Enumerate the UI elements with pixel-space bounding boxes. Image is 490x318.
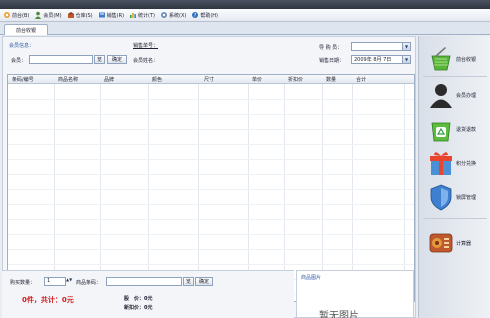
barcode-label: 商品条码： <box>76 280 102 286</box>
member-browse-button[interactable]: 览 <box>94 55 105 64</box>
help-icon: ? <box>192 12 199 19</box>
menu-item-warehouse[interactable]: 仓库(S) <box>67 11 93 19</box>
recycle-basket-icon <box>431 122 451 142</box>
calculator-radio-icon <box>429 233 453 253</box>
menu-item-system[interactable]: 系统(X) <box>160 11 186 19</box>
sidebar-item-returns[interactable]: 退货退款 <box>419 112 490 146</box>
product-image-title: 商品图片 <box>301 275 322 281</box>
member-confirm-button[interactable]: 确定 <box>107 55 127 64</box>
tab-cashier[interactable]: 前台收银 <box>4 24 48 35</box>
row-divider <box>8 144 414 145</box>
sidebar-item-member[interactable]: 会员办理 <box>419 78 490 112</box>
row-divider <box>8 189 414 190</box>
row-divider <box>8 249 414 250</box>
column-header[interactable]: 合计 <box>356 76 366 83</box>
shield-icon <box>430 184 452 211</box>
member-field[interactable] <box>29 55 93 64</box>
column-header[interactable]: 颜色 <box>152 76 162 83</box>
gift-box-icon <box>430 152 452 175</box>
menu-item-stats[interactable]: 统计(T) <box>129 11 155 19</box>
sales-items-table[interactable]: 条码/编号 商品名称 品牌 颜色 尺寸 单价 折扣价 数量 合计 <box>7 74 415 302</box>
quick-actions-sidebar: 前台收银 会员办理 退货退款 积分兑换 锁屏管理 计算器 <box>418 36 490 318</box>
shopping-basket-icon <box>431 47 451 71</box>
window-titlebar <box>0 0 490 9</box>
qty-stepper[interactable]: 1 <box>44 277 66 286</box>
warehouse-icon <box>67 12 75 18</box>
shopping-guide-select[interactable]: ▼ <box>351 42 411 51</box>
stats-icon <box>130 13 136 18</box>
member-silhouette-icon <box>430 84 452 108</box>
chevron-down-icon[interactable]: ▼ <box>402 56 410 63</box>
row-divider <box>8 264 414 265</box>
sidebar-item-points[interactable]: 积分兑换 <box>419 146 490 180</box>
column-header[interactable]: 数量 <box>326 76 336 83</box>
shopping-guide-label: 导 购 员： <box>319 45 343 51</box>
menu-item-sales[interactable]: 销售(R) <box>98 11 124 19</box>
member-name-label: 会员姓名： <box>133 58 159 64</box>
table-header: 条码/编号 商品名称 品牌 颜色 尺寸 单价 折扣价 数量 合计 <box>8 75 414 84</box>
menu-item-cashier[interactable]: 前台(B) <box>3 11 29 19</box>
barcode-confirm-button[interactable]: 确定 <box>195 277 213 286</box>
barcode-browse-button[interactable]: 览 <box>183 277 194 286</box>
row-divider <box>8 114 414 115</box>
menu-item-member[interactable]: 会员(M) <box>34 11 62 19</box>
row-divider <box>8 174 414 175</box>
stepper-arrows-icon[interactable]: ▲▼ <box>66 277 72 282</box>
row-divider <box>8 204 414 205</box>
product-image-panel: 商品图片 暂无图片 <box>296 270 414 318</box>
sidebar-separator <box>423 76 487 77</box>
menu-bar: 前台(B) 会员(M) 仓库(S) 销售(R) 统计(T) 系统(X) ? 帮助… <box>0 9 490 22</box>
column-header[interactable]: 折扣价 <box>288 76 303 83</box>
column-header[interactable]: 商品名称 <box>58 76 78 83</box>
sales-date-label: 销售日期： <box>319 58 345 64</box>
row-divider <box>8 219 414 220</box>
sidebar-separator <box>423 218 487 219</box>
column-header[interactable]: 条码/编号 <box>12 76 34 83</box>
discount-price: 新扣价：0元 <box>124 305 153 311</box>
sidebar-item-calculator[interactable]: 计算器 <box>419 226 490 260</box>
menu-item-help[interactable]: ? 帮助(H) <box>191 11 218 19</box>
sales-icon <box>98 12 105 18</box>
column-header[interactable]: 尺寸 <box>204 76 214 83</box>
stock-price: 股 价：0元 <box>124 296 153 302</box>
row-divider <box>8 234 414 235</box>
column-header[interactable]: 品牌 <box>104 76 114 83</box>
member-info-label: 会员信息： <box>9 43 35 49</box>
sidebar-item-cashier[interactable]: 前台收银 <box>419 42 490 76</box>
sidebar-item-lock[interactable]: 锁屏管理 <box>419 180 490 214</box>
row-divider <box>8 99 414 100</box>
qty-label: 购买数量： <box>10 280 36 286</box>
sales-date-picker[interactable]: 2009年 8月 7日 ▼ <box>351 55 411 64</box>
checkout-panel: 购买数量： 1 ▲▼ 商品条码： 览 确定 0件，共计：0元 股 价：0元 新扣… <box>2 270 294 318</box>
chevron-down-icon[interactable]: ▼ <box>402 43 410 50</box>
system-icon <box>161 12 167 18</box>
member-icon <box>35 11 42 19</box>
barcode-field[interactable] <box>106 277 182 286</box>
svg-text:?: ? <box>194 13 197 19</box>
sales-no-label: 销售单号： <box>133 43 159 49</box>
cashier-icon <box>4 12 10 18</box>
member-label: 会员： <box>11 58 27 64</box>
column-header[interactable]: 单价 <box>252 76 262 83</box>
no-image-placeholder: 暂无图片 <box>319 311 359 318</box>
row-divider <box>8 159 414 160</box>
tab-strip: 前台收银 <box>0 22 490 35</box>
order-total: 0件，共计：0元 <box>22 296 74 304</box>
row-divider <box>8 129 414 130</box>
